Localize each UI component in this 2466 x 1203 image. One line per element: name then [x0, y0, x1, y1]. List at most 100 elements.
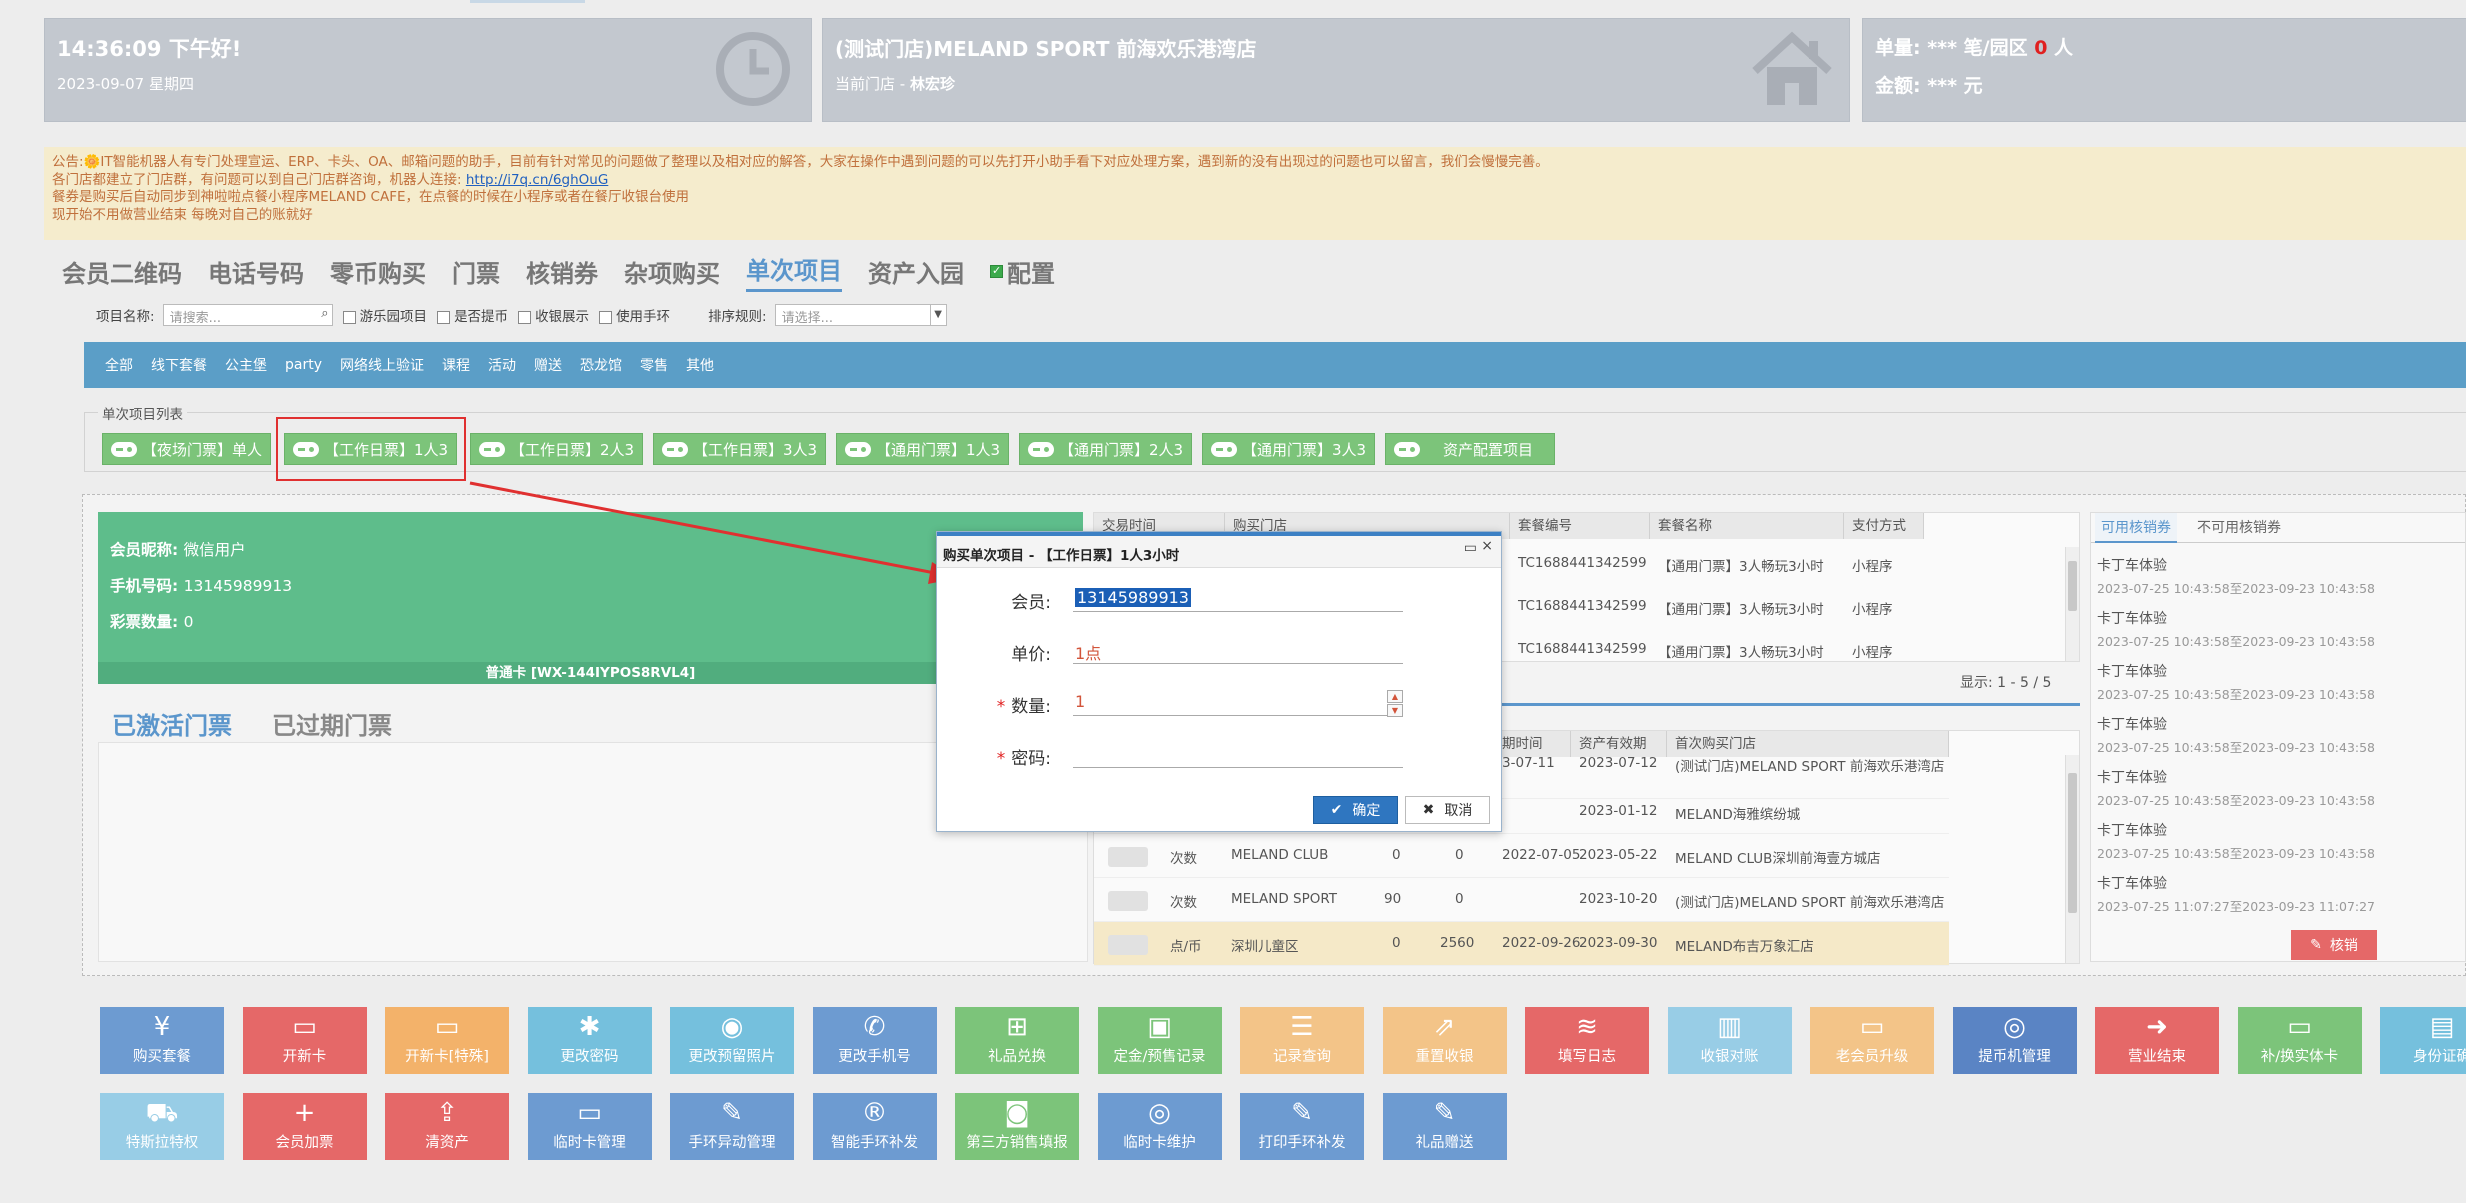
tab-coupons[interactable]: 核销券: [526, 254, 598, 292]
toolbar-button[interactable]: ⛟ 特斯拉特权: [100, 1093, 224, 1160]
column-header[interactable]: 支付方式: [1844, 513, 1924, 539]
tab-coin-purchase[interactable]: 零币购买: [330, 254, 426, 292]
member-label: 会员:: [1011, 593, 1051, 613]
tab-unavailable-coupons[interactable]: 不可用核销券: [2191, 513, 2287, 543]
sort-select[interactable]: 请选择... ▼: [774, 304, 947, 326]
tab-misc[interactable]: 杂项购买: [624, 254, 720, 292]
toolbar-button[interactable]: ▭ 开新卡[特殊]: [385, 1007, 509, 1074]
toolbar-button[interactable]: ◎ 提币机管理: [1952, 1007, 2077, 1074]
tab-available-coupons[interactable]: 可用核销券: [2095, 513, 2177, 543]
toolbar-button[interactable]: + 会员加票: [242, 1093, 367, 1160]
tab-phone[interactable]: 电话号码: [208, 254, 304, 292]
item-button[interactable]: 【通用门票】3人3: [1202, 433, 1376, 465]
spinner-up-icon[interactable]: ▲: [1387, 690, 1403, 703]
toolbar-button[interactable]: ≋ 填写日志: [1525, 1007, 1649, 1074]
close-icon: ✖: [1422, 802, 1435, 818]
toolbar-button[interactable]: ▤ 身份证确: [2380, 1007, 2466, 1074]
password-field[interactable]: [1073, 740, 1403, 768]
column-header[interactable]: 套餐编号: [1510, 513, 1650, 539]
toolbar-icon: ✎: [1291, 1098, 1313, 1128]
tab-asset-entry[interactable]: 资产入园: [868, 254, 964, 292]
toolbar-button[interactable]: ▭ 补/换实体卡: [2237, 1007, 2362, 1074]
park-checkbox[interactable]: 游乐园项目: [342, 305, 427, 325]
coupon-item[interactable]: 卡丁车体验 2023-07-25 10:43:58至2023-09-23 10:4…: [2097, 661, 2375, 703]
quantity-stepper[interactable]: 1 ▲ ▼: [1073, 688, 1403, 717]
robot-link[interactable]: http://i7q.cn/6ghOuG: [466, 172, 608, 188]
close-icon[interactable]: ×: [1481, 538, 1493, 554]
toolbar-button[interactable]: ✆ 更改手机号: [812, 1007, 937, 1074]
toolbar-button[interactable]: ▣ 定金/预售记录: [1097, 1007, 1222, 1074]
category-online[interactable]: 网络线上验证: [331, 355, 433, 375]
item-button[interactable]: 【通用门票】1人3: [836, 433, 1010, 465]
toolbar-button[interactable]: ® 智能手环补发: [812, 1093, 937, 1160]
confirm-button[interactable]: ✔ 确定: [1313, 796, 1398, 824]
spinner-down-icon[interactable]: ▼: [1387, 704, 1403, 717]
tab-single-item[interactable]: 单次项目: [746, 251, 842, 292]
category-dino[interactable]: 恐龙馆: [571, 355, 631, 375]
toolbar-button[interactable]: ✎ 打印手环补发: [1240, 1093, 1364, 1160]
member-field[interactable]: 13145989913: [1073, 584, 1403, 612]
category-party[interactable]: party: [276, 357, 331, 373]
coupon-item[interactable]: 卡丁车体验 2023-07-25 11:07:27至2023-09-23 11:0…: [2097, 873, 2375, 915]
coupon-item[interactable]: 卡丁车体验 2023-07-25 10:43:58至2023-09-23 10:4…: [2097, 820, 2375, 862]
category-event[interactable]: 活动: [479, 355, 525, 375]
column-header[interactable]: 首次购买门店: [1667, 731, 1949, 757]
item-button[interactable]: 【工作日票】2人3: [470, 433, 644, 465]
toolbar-button[interactable]: ◙ 第三方销售填报: [955, 1093, 1079, 1160]
toolbar-button[interactable]: ◎ 临时卡维护: [1097, 1093, 1222, 1160]
column-header[interactable]: 套餐名称: [1650, 513, 1844, 539]
column-header[interactable]: 资产有效期: [1571, 731, 1667, 757]
maximize-icon[interactable]: ▭: [1464, 540, 1477, 556]
redeem-button[interactable]: ✎ 核销: [2291, 930, 2377, 960]
grid-scrollbar[interactable]: [2065, 547, 2079, 661]
toolbar-button[interactable]: ✱ 更改密码: [527, 1007, 652, 1074]
current-date: 2023-09-07 星期四: [57, 75, 194, 93]
gamepad-icon: [845, 441, 871, 457]
coin-checkbox[interactable]: 是否提币: [437, 305, 508, 325]
toolbar-button[interactable]: ▭ 临时卡管理: [527, 1093, 652, 1160]
category-other[interactable]: 其他: [677, 355, 723, 375]
toolbar-button[interactable]: ▭ 开新卡: [242, 1007, 367, 1074]
item-button[interactable]: 资产配置项目: [1385, 433, 1555, 465]
cashier-checkbox[interactable]: 收银展示: [518, 305, 589, 325]
price-field[interactable]: 1点: [1073, 636, 1403, 664]
category-offline[interactable]: 线下套餐: [142, 355, 216, 375]
category-retail[interactable]: 零售: [631, 355, 677, 375]
toolbar-button[interactable]: ▭ 老会员升级: [1810, 1007, 1934, 1074]
toolbar-button[interactable]: ⇪ 清资产: [385, 1093, 509, 1160]
coupon-item[interactable]: 卡丁车体验 2023-07-25 10:43:58至2023-09-23 10:4…: [2097, 714, 2375, 756]
item-button[interactable]: 【通用门票】2人3: [1019, 433, 1193, 465]
tab-tickets[interactable]: 门票: [452, 254, 500, 292]
toolbar-label: 清资产: [425, 1135, 469, 1151]
category-castle[interactable]: 公主堡: [216, 355, 276, 375]
tab-member-qr[interactable]: 会员二维码: [62, 254, 182, 292]
table-row[interactable]: 点/币 深圳儿童区 0 2560 2022-09-26 2023-09-30 M…: [1094, 922, 1949, 966]
grid-scrollbar[interactable]: [2065, 755, 2079, 963]
coupon-item[interactable]: 卡丁车体验 2023-07-25 10:43:58至2023-09-23 10:4…: [2097, 767, 2375, 809]
toolbar-button[interactable]: ✎ 手环异动管理: [670, 1093, 794, 1160]
toolbar-button[interactable]: ✎ 礼品赠送: [1382, 1093, 1507, 1160]
category-gift[interactable]: 赠送: [525, 355, 571, 375]
band-checkbox[interactable]: 使用手环: [599, 305, 670, 325]
toolbar-button[interactable]: ⇗ 重置收银: [1382, 1007, 1507, 1074]
table-row[interactable]: 次数 MELAND SPORT 90 0 2023-10-20 (测试门店)ME…: [1094, 878, 1949, 922]
toolbar-label: 老会员升级: [1835, 1049, 1909, 1065]
toolbar-button[interactable]: ➜ 营业结束: [2095, 1007, 2219, 1074]
coupon-item[interactable]: 卡丁车体验 2023-07-25 10:43:58至2023-09-23 10:4…: [2097, 608, 2375, 650]
toolbar-button[interactable]: ⊞ 礼品兑换: [955, 1007, 1079, 1074]
table-row[interactable]: 次数 MELAND CLUB 0 0 2022-07-05 2023-05-22…: [1094, 834, 1949, 878]
tab-config[interactable]: 配置: [990, 254, 1055, 292]
category-all[interactable]: 全部: [96, 355, 142, 375]
pay-method: 小程序: [1852, 602, 1893, 618]
category-course[interactable]: 课程: [433, 355, 479, 375]
cancel-button[interactable]: ✖ 取消: [1405, 796, 1490, 824]
toolbar-button[interactable]: ☰ 记录查询: [1240, 1007, 1364, 1074]
toolbar-button[interactable]: ◉ 更改预留照片: [670, 1007, 794, 1074]
item-button[interactable]: 【夜场门票】单人: [102, 433, 272, 465]
search-input[interactable]: 请搜索... ⌕: [162, 304, 333, 326]
item-button[interactable]: 【工作日票】3人3: [653, 433, 827, 465]
coupon-item[interactable]: 卡丁车体验 2023-07-25 10:43:58至2023-09-23 10:4…: [2097, 555, 2375, 597]
toolbar-button[interactable]: ¥ 购买套餐: [100, 1007, 224, 1074]
toolbar-button[interactable]: ▥ 收银对账: [1667, 1007, 1792, 1074]
column-header[interactable]: 期时间: [1494, 731, 1571, 757]
